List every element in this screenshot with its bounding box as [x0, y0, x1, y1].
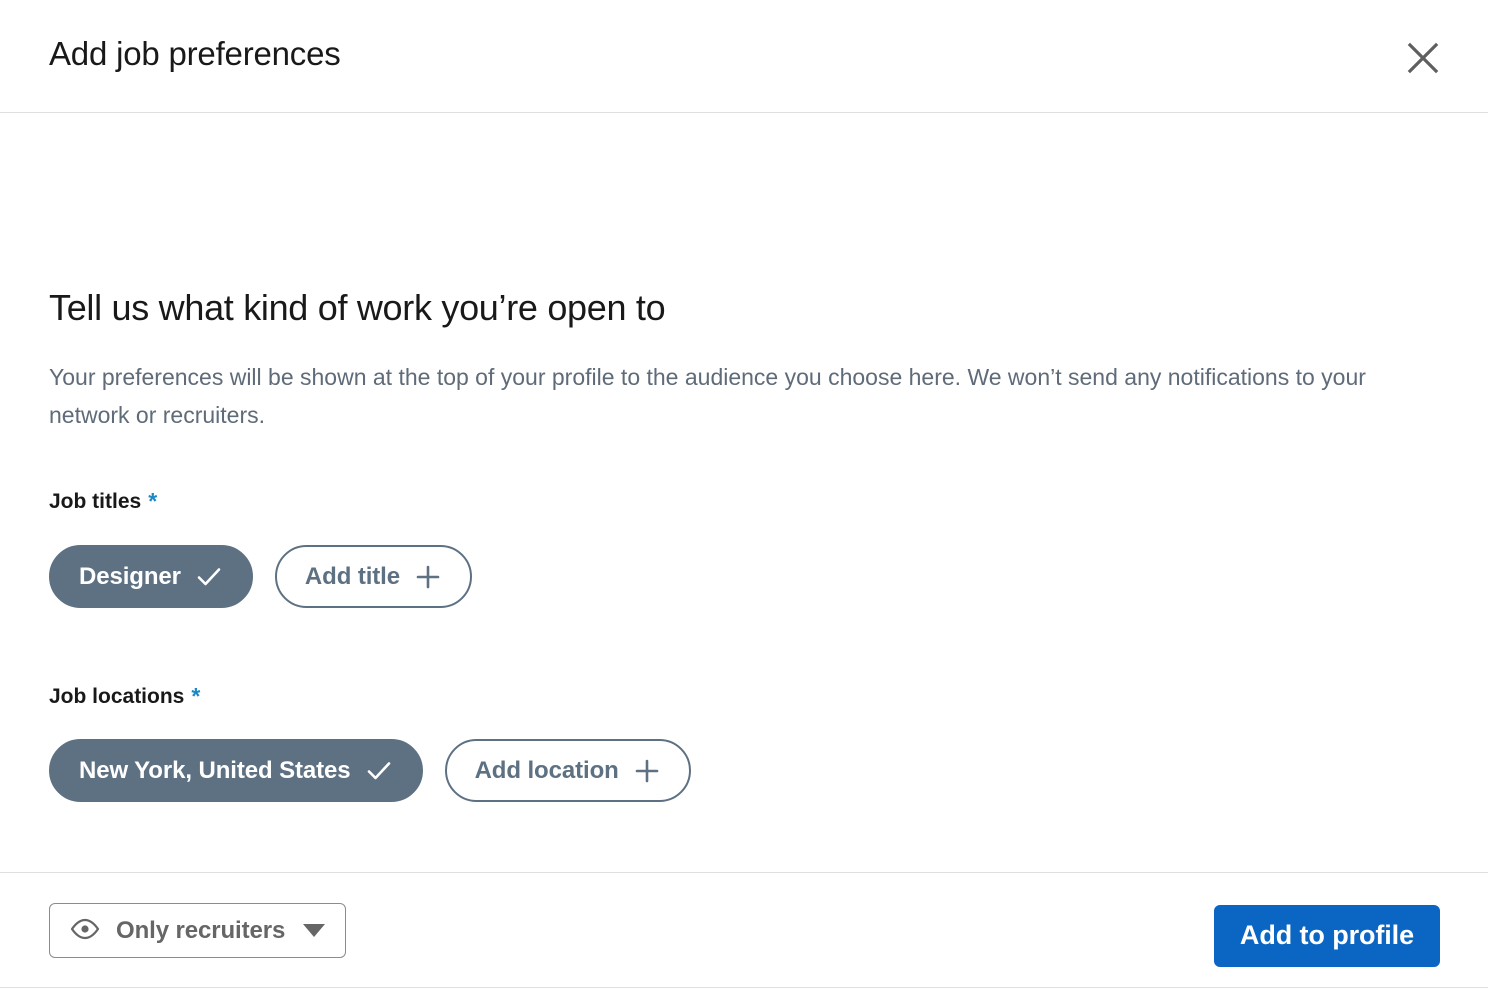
modal-body: Tell us what kind of work you’re open to… — [0, 113, 1488, 996]
add-to-profile-button[interactable]: Add to profile — [1213, 904, 1440, 967]
job-locations-pill-row: New York, United States Add location — [49, 739, 691, 802]
job-locations-label-text: Job locations — [49, 685, 185, 708]
modal-footer: Add to profile — [0, 875, 1488, 996]
add-title-button[interactable]: Add title — [274, 545, 472, 608]
add-location-label: Add location — [474, 756, 619, 784]
add-location-button[interactable]: Add location — [444, 739, 691, 802]
required-asterisk: * — [191, 683, 201, 709]
job-location-chip-label: New York, United States — [79, 756, 351, 784]
plus-icon — [633, 757, 661, 785]
close-button[interactable] — [1400, 35, 1446, 81]
divider-above-visibility — [0, 872, 1488, 873]
add-title-label: Add title — [304, 562, 400, 590]
job-location-chip-new-york[interactable]: New York, United States — [49, 739, 423, 802]
job-title-chip-label: Designer — [79, 562, 181, 590]
job-titles-pill-row: Designer Add title — [49, 545, 472, 608]
required-asterisk: * — [148, 488, 158, 514]
close-icon — [1406, 41, 1440, 75]
job-titles-label: Job titles * — [49, 488, 157, 515]
add-job-preferences-modal: Add job preferences Tell us what kind of… — [0, 0, 1488, 996]
plus-icon — [414, 563, 442, 591]
check-icon — [365, 757, 393, 785]
modal-header: Add job preferences — [0, 0, 1488, 113]
job-locations-label: Job locations * — [49, 683, 200, 710]
job-titles-label-text: Job titles — [49, 490, 142, 513]
section-description: Your preferences will be shown at the to… — [49, 364, 1366, 428]
check-icon — [195, 563, 223, 591]
job-title-chip-designer[interactable]: Designer — [49, 545, 253, 608]
page-title: Add job preferences — [49, 35, 341, 72]
section-heading: Tell us what kind of work you’re open to — [49, 287, 666, 328]
